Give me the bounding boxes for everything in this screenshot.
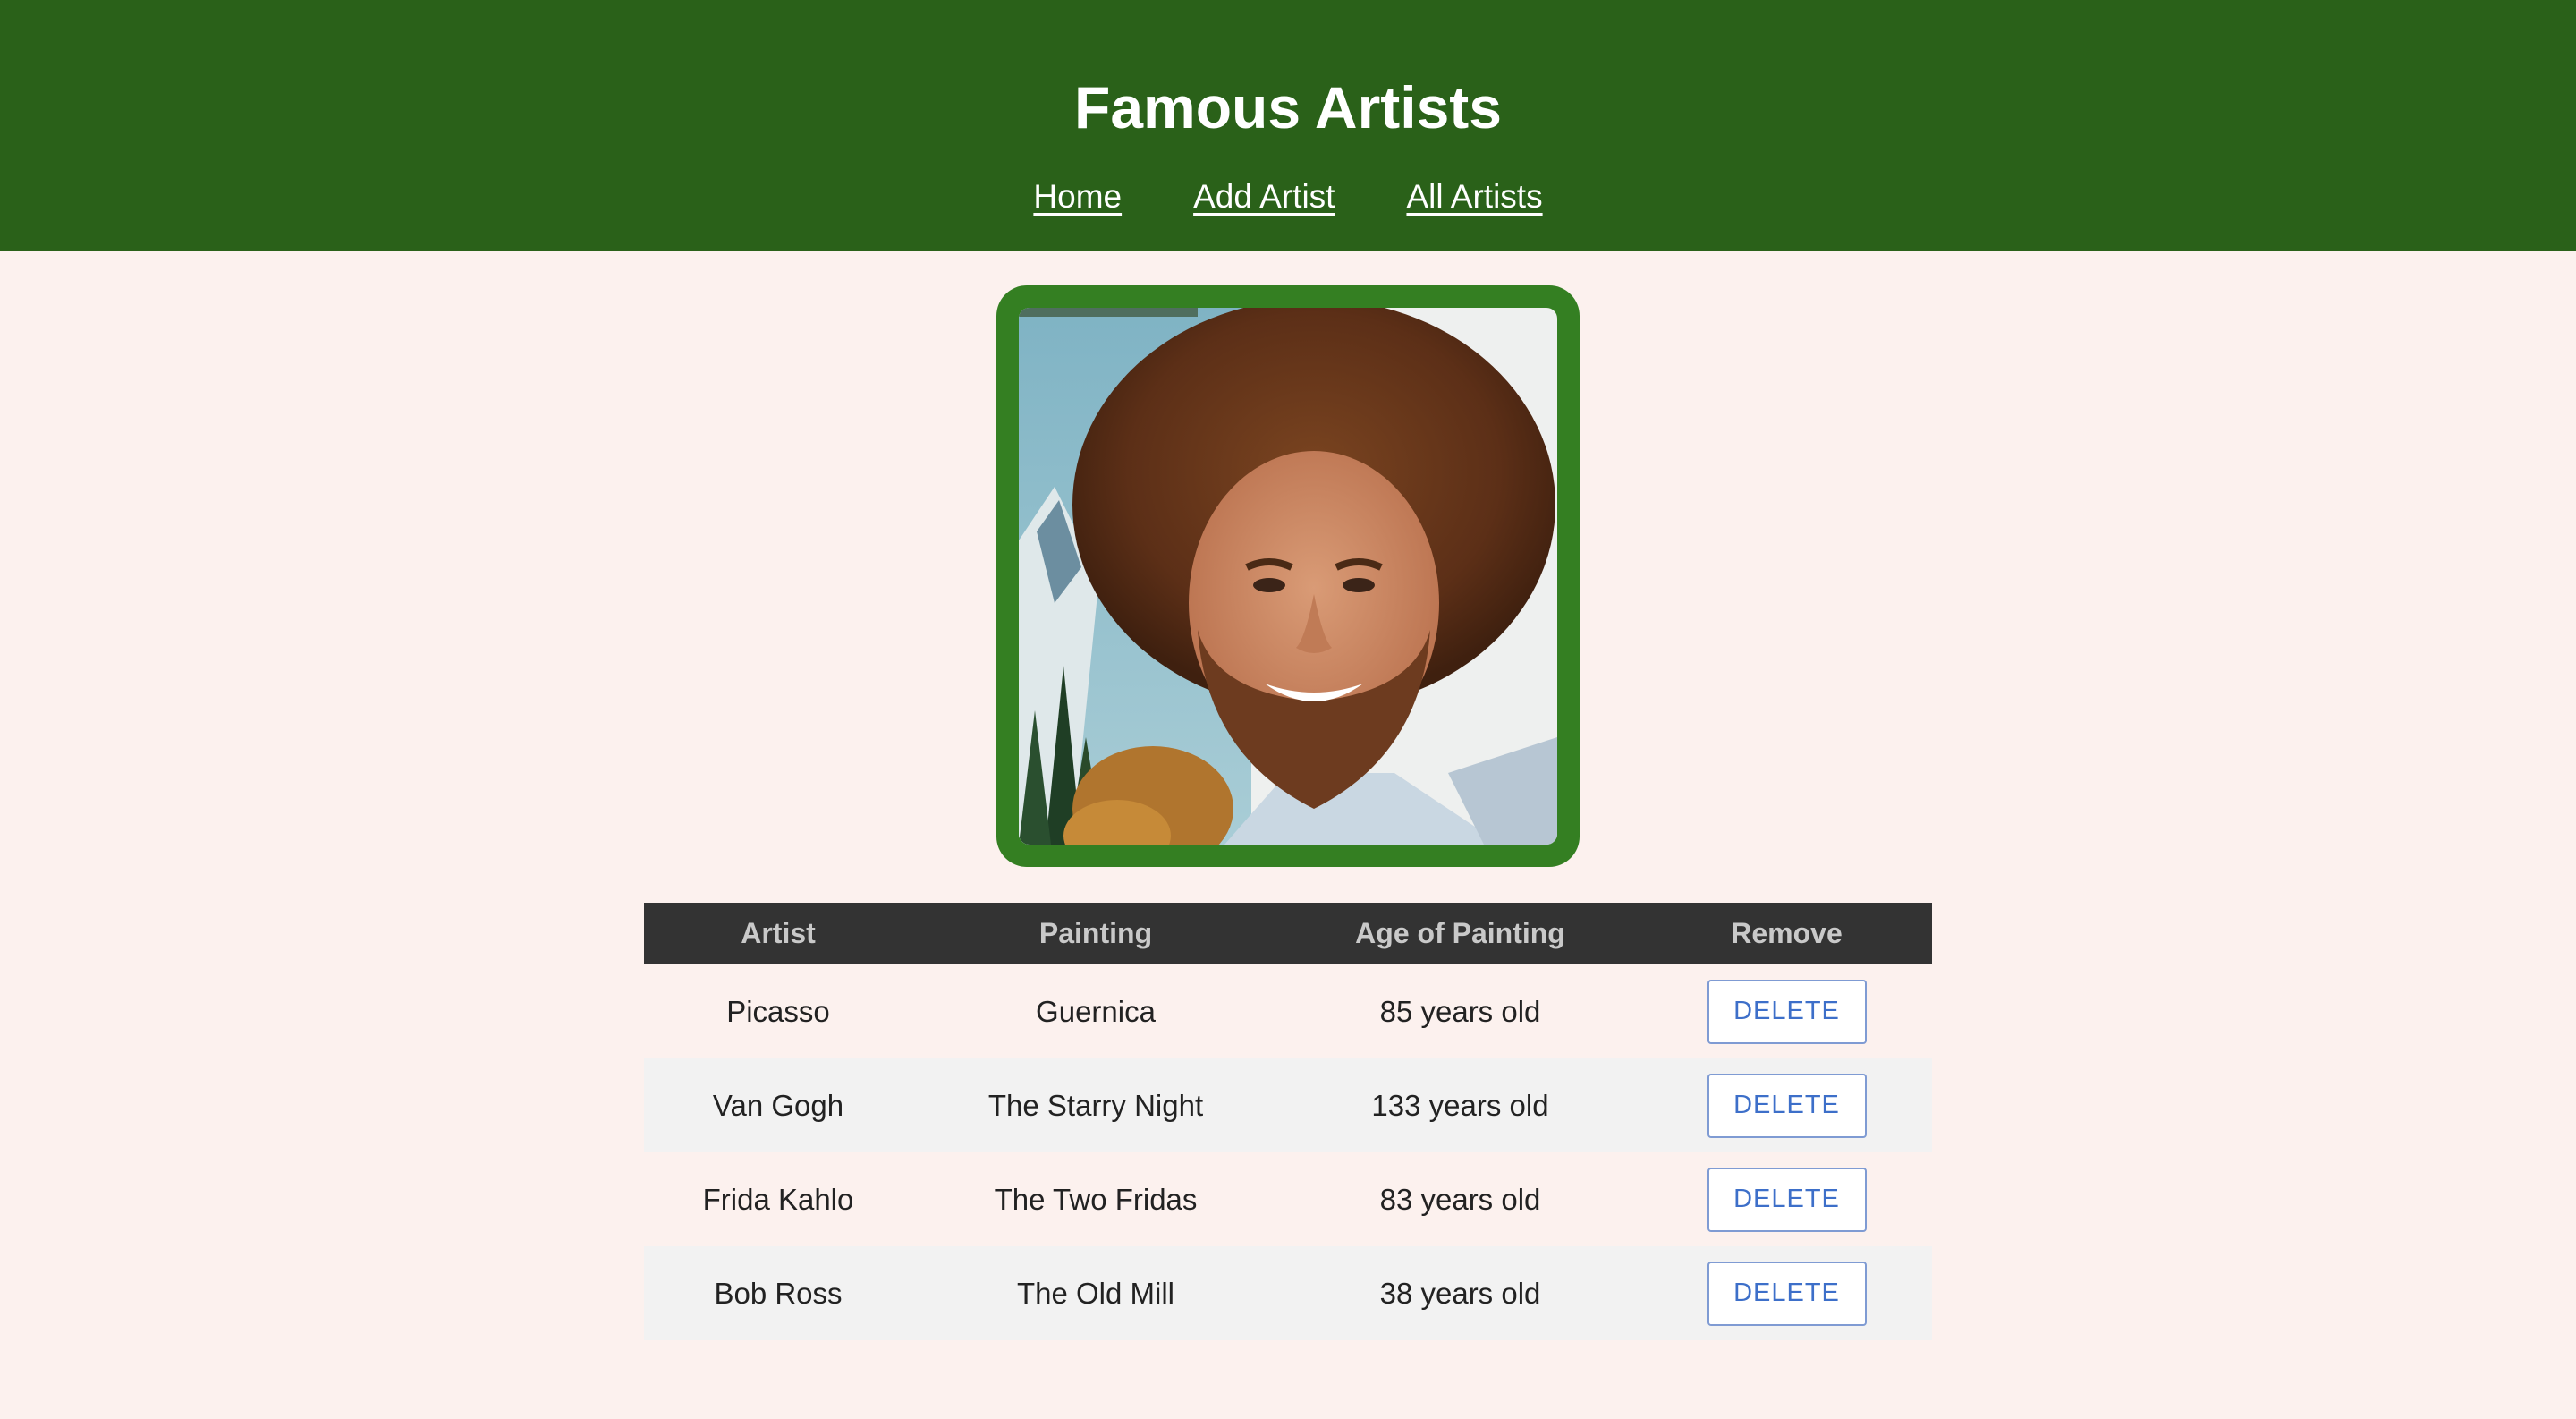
age-cell: 83 years old xyxy=(1379,1182,1541,1216)
portrait-frame xyxy=(996,285,1580,867)
table-row: Frida Kahlo The Two Fridas 83 years old … xyxy=(644,1152,1932,1246)
artist-cell: Bob Ross xyxy=(644,1246,912,1340)
remove-cell: DELETE xyxy=(1641,1058,1932,1152)
remove-cell: DELETE xyxy=(1641,1246,1932,1340)
artist-portrait-image xyxy=(1019,308,1557,845)
age-cell: 85 years old xyxy=(1379,994,1541,1028)
site-header: Famous Artists Home Add Artist All Artis… xyxy=(0,0,2576,251)
table-row: Bob Ross The Old Mill 38 years old DELET… xyxy=(644,1246,1932,1340)
painting-cell: The Starry Night xyxy=(912,1058,1279,1152)
nav-link-add-artist[interactable]: Add Artist xyxy=(1193,174,1335,220)
main-nav: Home Add Artist All Artists xyxy=(0,174,2576,220)
remove-cell: DELETE xyxy=(1641,1152,1932,1246)
painting-cell: Guernica xyxy=(1036,994,1156,1028)
column-header-remove: Remove xyxy=(1641,903,1932,964)
age-cell: 133 years old xyxy=(1279,1058,1641,1152)
painting-cell: The Two Fridas xyxy=(994,1182,1198,1216)
site-title: Famous Artists xyxy=(1074,74,1502,140)
nav-link-all-artists[interactable]: All Artists xyxy=(1406,174,1542,220)
artist-cell: Picasso xyxy=(726,994,830,1028)
delete-button[interactable]: DELETE xyxy=(1707,1073,1867,1138)
artists-table: Artist Painting Age of Painting Remove P… xyxy=(644,903,1932,1340)
delete-button[interactable]: DELETE xyxy=(1707,1167,1867,1232)
painting-cell: The Old Mill xyxy=(912,1246,1279,1340)
nav-link-home[interactable]: Home xyxy=(1033,174,1122,220)
remove-cell: DELETE xyxy=(1641,964,1932,1058)
table-header-row: Artist Painting Age of Painting Remove xyxy=(644,903,1932,964)
table-row: Picasso Guernica 85 years old DELETE xyxy=(644,964,1932,1058)
delete-button[interactable]: DELETE xyxy=(1707,979,1867,1044)
column-header-age: Age of Painting xyxy=(1279,903,1641,964)
age-cell: 38 years old xyxy=(1279,1246,1641,1340)
table-row: Van Gogh The Starry Night 133 years old … xyxy=(644,1058,1932,1152)
artist-cell: Frida Kahlo xyxy=(702,1182,854,1216)
column-header-painting: Painting xyxy=(912,903,1279,964)
delete-button[interactable]: DELETE xyxy=(1707,1261,1867,1326)
column-header-artist: Artist xyxy=(644,903,912,964)
artist-cell: Van Gogh xyxy=(644,1058,912,1152)
